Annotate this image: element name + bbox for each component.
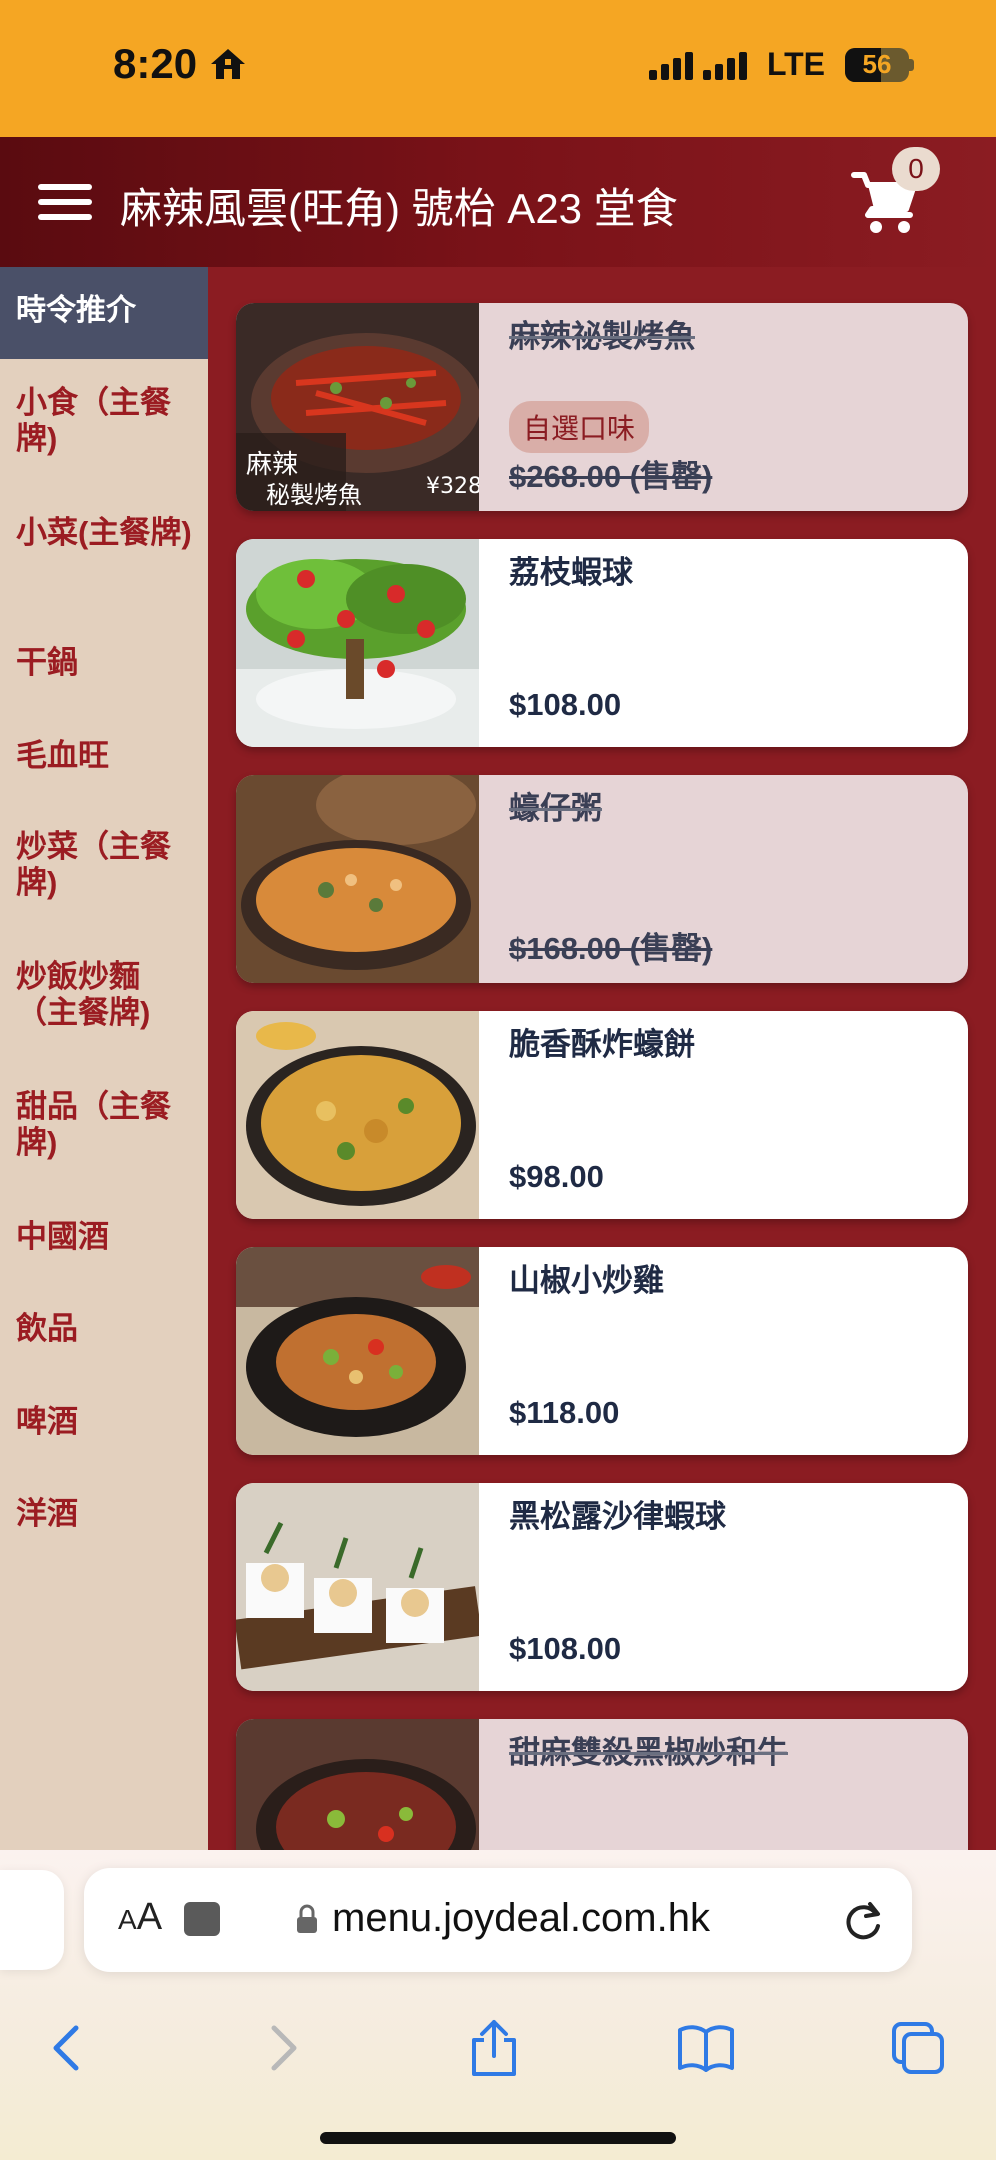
dish-name: 脆香酥炸蠔餅 <box>509 1027 695 1062</box>
back-icon[interactable] <box>38 2018 98 2078</box>
dish-name: 甜麻雙殺黑椒炒和牛 <box>509 1735 788 1770</box>
menu-list: 麻辣 秘製烤魚 ¥328 麻辣祕製烤魚 自選口味 $268.00 (售罄) 荔枝… <box>208 267 996 1850</box>
cart-count-badge: 0 <box>892 147 940 191</box>
dish-photo <box>236 775 479 983</box>
extension-icon[interactable] <box>184 1902 220 1936</box>
dish-price: $118.00 <box>509 1395 620 1430</box>
custom-flavor-tag[interactable]: 自選口味 <box>509 401 650 453</box>
dish-price: $108.00 <box>509 687 622 722</box>
text-size-button[interactable]: AA <box>118 1896 162 1939</box>
status-bar: 8:20 LTE 56 <box>0 0 996 137</box>
dish-price: $168.00 (售罄) <box>509 931 713 966</box>
dish-photo <box>236 1011 479 1219</box>
status-time: 8:20 <box>113 40 247 88</box>
menu-icon[interactable] <box>38 184 92 220</box>
dish-name: 蠔仔粥 <box>509 791 602 826</box>
dish-price: $268.00 (售罄) <box>509 459 713 494</box>
menu-item-card[interactable]: 荔枝蝦球 $108.00 <box>236 539 968 747</box>
category-sidebar: 時令推介 小食（主餐牌) 小菜(主餐牌) 干鍋 毛血旺 炒菜（主餐牌) 炒飯炒麵… <box>0 267 208 1850</box>
browser-toolbar: AA menu.joydeal.com.hk <box>0 1850 996 2160</box>
card-body: 蠔仔粥 $168.00 (售罄) <box>479 775 968 983</box>
url-text[interactable]: menu.joydeal.com.hk <box>332 1896 710 1941</box>
menu-item-card[interactable]: 蠔仔粥 $168.00 (售罄) <box>236 775 968 983</box>
share-icon[interactable] <box>464 2018 524 2078</box>
dish-photo <box>236 539 479 747</box>
dish-photo <box>236 1719 479 1850</box>
card-body: 黑松露沙律蝦球 $108.00 <box>479 1483 968 1691</box>
card-body: 麻辣祕製烤魚 自選口味 $268.00 (售罄) <box>479 303 968 511</box>
dish-photo <box>236 1483 479 1691</box>
sidebar-item-dishes[interactable]: 小菜(主餐牌) <box>0 515 208 551</box>
sidebar-item-maoxuewang[interactable]: 毛血旺 <box>0 738 208 774</box>
menu-item-card[interactable]: 黑松露沙律蝦球 $108.00 <box>236 1483 968 1691</box>
dish-photo: 麻辣 秘製烤魚 ¥328 <box>236 303 479 511</box>
svg-text:¥328: ¥328 <box>426 474 479 499</box>
sidebar-item-liquor[interactable]: 洋酒 <box>0 1496 208 1532</box>
sidebar-item-seasonal[interactable]: 時令推介 <box>0 267 208 359</box>
card-body: 甜麻雙殺黑椒炒和牛 <box>479 1719 968 1850</box>
app-header: 麻辣風雲(旺角) 號枱 A23 堂食 0 <box>0 137 996 267</box>
tabs-icon[interactable] <box>888 2018 948 2078</box>
dish-photo <box>236 1247 479 1455</box>
menu-item-card[interactable]: 甜麻雙殺黑椒炒和牛 <box>236 1719 968 1850</box>
card-body: 山椒小炒雞 $118.00 <box>479 1247 968 1455</box>
home-indicator[interactable] <box>320 2132 676 2144</box>
lock-icon <box>297 1904 317 1933</box>
svg-text:秘製烤魚: 秘製烤魚 <box>266 481 362 509</box>
card-body: 荔枝蝦球 $108.00 <box>479 539 968 747</box>
menu-item-card[interactable]: 脆香酥炸蠔餅 $98.00 <box>236 1011 968 1219</box>
dish-price: $108.00 <box>509 1631 622 1666</box>
bookmarks-icon[interactable] <box>676 2018 736 2078</box>
status-right: LTE 56 <box>648 46 914 83</box>
network-label: LTE <box>766 46 825 82</box>
sidebar-item-beer[interactable]: 啤酒 <box>0 1404 208 1440</box>
card-body: 脆香酥炸蠔餅 $98.00 <box>479 1011 968 1219</box>
sidebar-item-chinese-wine[interactable]: 中國酒 <box>0 1219 208 1255</box>
browser-nav-row <box>0 2000 996 2100</box>
forward-icon[interactable] <box>252 2018 312 2078</box>
status-time-text: 8:20 <box>113 40 198 87</box>
dish-name: 荔枝蝦球 <box>509 555 633 590</box>
dish-name: 山椒小炒雞 <box>509 1263 664 1298</box>
svg-text:麻辣: 麻辣 <box>246 450 298 480</box>
battery-icon: 56 <box>845 47 914 82</box>
sidebar-item-drinks[interactable]: 飲品 <box>0 1311 208 1347</box>
address-bar[interactable]: AA menu.joydeal.com.hk <box>84 1868 912 1972</box>
sidebar-item-fried-rice-noodles[interactable]: 炒飯炒麵（主餐牌) <box>0 959 208 1031</box>
dish-name: 黑松露沙律蝦球 <box>509 1499 726 1534</box>
sidebar-item-dry-pot[interactable]: 干鍋 <box>0 645 208 681</box>
dish-name: 麻辣祕製烤魚 <box>509 319 695 354</box>
sidebar-item-stir-fry[interactable]: 炒菜（主餐牌) <box>0 829 208 901</box>
home-icon <box>211 49 246 79</box>
menu-item-card[interactable]: 麻辣 秘製烤魚 ¥328 麻辣祕製烤魚 自選口味 $268.00 (售罄) <box>236 303 968 511</box>
menu-item-card[interactable]: 山椒小炒雞 $118.00 <box>236 1247 968 1455</box>
dish-price: $98.00 <box>509 1159 604 1194</box>
battery-level: 56 <box>862 49 892 79</box>
sidebar-item-snacks[interactable]: 小食（主餐牌) <box>0 385 208 457</box>
signal-icon <box>648 50 747 80</box>
page-title: 麻辣風雲(旺角) 號枱 A23 堂食 <box>120 185 678 232</box>
sidebar-item-desserts[interactable]: 甜品（主餐牌) <box>0 1089 208 1161</box>
reload-icon[interactable] <box>840 1898 886 1944</box>
previous-tab-preview[interactable] <box>0 1870 64 1970</box>
